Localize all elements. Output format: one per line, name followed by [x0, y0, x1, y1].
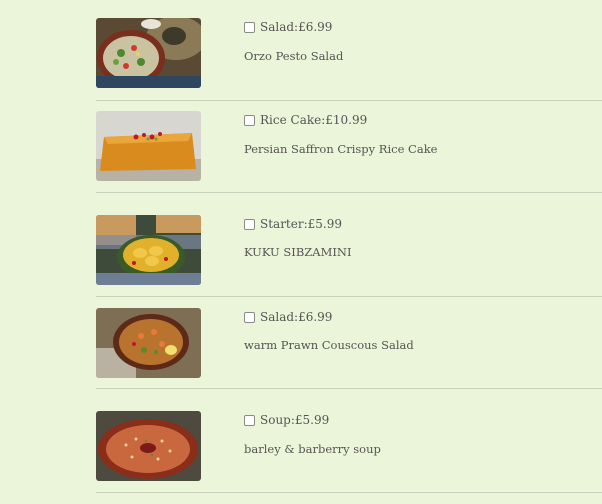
item-checkbox[interactable]	[244, 311, 255, 323]
dish-name: Persian Saffron Crispy Rice Cake	[244, 142, 438, 156]
item-category-price: Soup:£5.99	[260, 413, 330, 427]
dish-name: Orzo Pesto Salad	[244, 49, 344, 63]
item-checkbox[interactable]	[244, 21, 255, 33]
dish-name: KUKU SIBZAMINI	[244, 245, 352, 259]
dish-photo-kuku-sibzamini	[96, 215, 201, 285]
item-select-row[interactable]: Salad:£6.99	[244, 20, 332, 34]
dish-photo-orzo-pesto-salad	[96, 18, 201, 88]
divider	[96, 492, 602, 493]
dish-name: warm Prawn Couscous Salad	[244, 338, 414, 352]
item-select-row[interactable]: Rice Cake:£10.99	[244, 113, 367, 127]
item-category-price: Rice Cake:£10.99	[260, 113, 368, 127]
divider	[96, 296, 602, 297]
dish-name: barley & barberry soup	[244, 442, 381, 456]
item-select-row[interactable]: Salad:£6.99	[244, 310, 332, 324]
dish-photo-prawn-couscous-salad	[96, 308, 201, 378]
divider	[96, 100, 602, 101]
item-category-price: Salad:£6.99	[260, 310, 333, 324]
dish-photo-saffron-rice-cake	[96, 111, 201, 181]
item-category-price: Starter:£5.99	[260, 217, 342, 231]
item-checkbox[interactable]	[244, 218, 255, 230]
item-select-row[interactable]: Starter:£5.99	[244, 217, 342, 231]
item-category-price: Salad:£6.99	[260, 20, 333, 34]
item-select-row[interactable]: Soup:£5.99	[244, 413, 329, 427]
divider	[96, 192, 602, 193]
item-checkbox[interactable]	[244, 114, 255, 126]
item-checkbox[interactable]	[244, 414, 255, 426]
divider	[96, 388, 602, 389]
dish-photo-barley-barberry-soup	[96, 411, 201, 481]
menu-list: Salad:£6.99 Orzo Pesto Salad Rice Cake:£…	[0, 0, 602, 504]
